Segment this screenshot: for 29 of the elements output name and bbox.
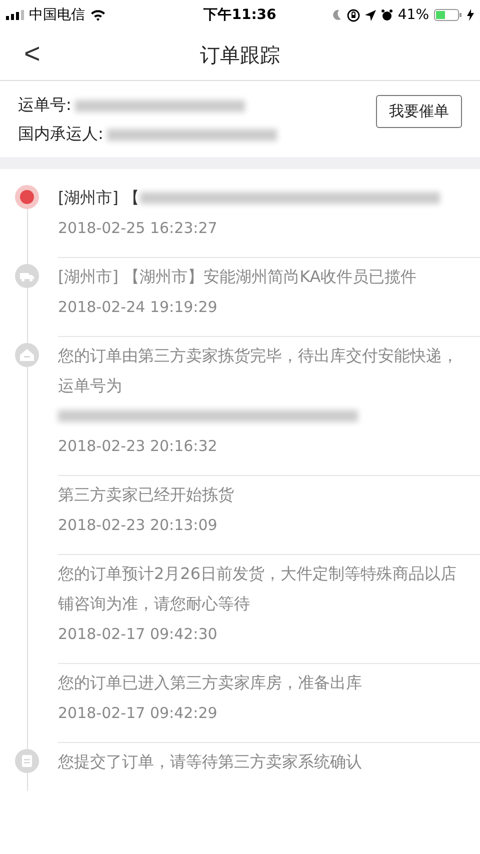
page-title: 订单跟踪 bbox=[200, 42, 280, 68]
location-arrow-icon bbox=[364, 10, 376, 20]
event-timestamp: 2018-02-23 20:16:32 bbox=[58, 436, 218, 457]
charging-bolt-icon bbox=[467, 9, 474, 21]
signal-icon bbox=[6, 10, 24, 20]
battery-percent: 41% bbox=[398, 7, 429, 23]
event-timestamp: 2018-02-17 09:42:29 bbox=[58, 703, 218, 724]
event-timestamp: 2018-02-23 20:13:09 bbox=[58, 515, 218, 536]
current-status-dot-icon bbox=[15, 185, 39, 209]
event-description: 您的订单已进入第三方卖家库房，准备出库 bbox=[58, 672, 362, 694]
event-timestamp: 2018-02-24 19:19:29 bbox=[58, 297, 218, 318]
urge-order-button[interactable]: 我要催单 bbox=[376, 95, 462, 128]
carrier-name: 中国电信 bbox=[29, 6, 85, 24]
back-button[interactable]: < bbox=[18, 38, 46, 70]
event-description: [湖州市] 【 bbox=[58, 187, 140, 209]
event-description: 您的订单预计2月26日前发货，大件定制等特殊商品以店铺咨询为准，请您耐心等待 bbox=[58, 563, 458, 615]
event-description: 第三方卖家已经开始拣货 bbox=[58, 484, 234, 506]
clock-time: 下午11:36 bbox=[204, 6, 276, 24]
moon-icon bbox=[332, 9, 342, 21]
event-description: [湖州市] 【湖州市】安能湖州简尚KA收件员已揽件 bbox=[58, 266, 417, 288]
rotation-lock-icon bbox=[346, 8, 360, 22]
info-label: 运单号: bbox=[18, 95, 72, 116]
event-description: 您的订单由第三方卖家拣货完毕，待出库交付安能快递，运单号为 bbox=[58, 345, 459, 397]
wifi-icon bbox=[90, 9, 106, 21]
event-timestamp: 2018-02-17 09:42:30 bbox=[58, 624, 218, 645]
event-timestamp: 2018-02-25 16:23:27 bbox=[58, 218, 218, 239]
battery-icon bbox=[434, 9, 462, 21]
info-label: 国内承运人: bbox=[18, 124, 104, 145]
event-description: 您提交了订单，请等待第三方卖家系统确认 bbox=[58, 751, 362, 773]
